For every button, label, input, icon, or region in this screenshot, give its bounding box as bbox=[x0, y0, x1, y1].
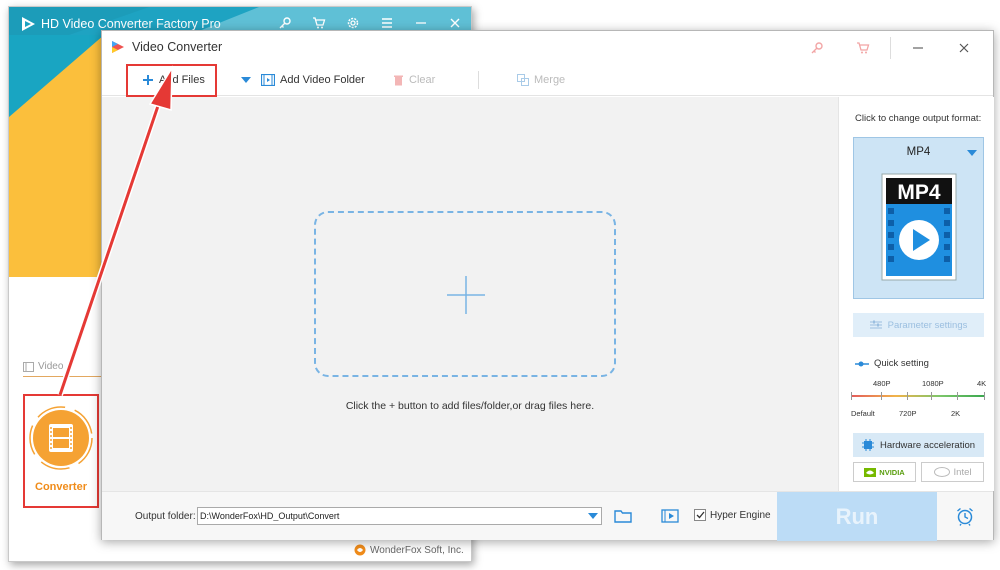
open-folder-button[interactable] bbox=[612, 506, 634, 526]
sliders-icon bbox=[869, 320, 882, 329]
intel-logo-icon bbox=[933, 467, 950, 477]
drop-zone[interactable] bbox=[314, 211, 616, 377]
output-preview-button[interactable] bbox=[659, 506, 681, 526]
close-icon[interactable] bbox=[941, 36, 987, 60]
folder-icon bbox=[614, 510, 632, 523]
quality-tick bbox=[851, 392, 852, 400]
output-format-caption: Click to change output format: bbox=[855, 113, 982, 124]
output-format-selector[interactable]: MP4 MP4 bbox=[853, 137, 984, 299]
app-logo-icon bbox=[22, 17, 35, 31]
converter-window-controls bbox=[794, 36, 987, 60]
cart-icon[interactable] bbox=[840, 36, 886, 60]
drop-hint-text: Click the + button to add files/folder,o… bbox=[345, 400, 595, 412]
key-icon[interactable] bbox=[794, 36, 840, 60]
output-side-panel: Click to change output format: MP4 MP4 P… bbox=[838, 97, 994, 491]
brand-footer: WonderFox Soft, Inc. bbox=[354, 544, 464, 556]
add-files-highlight-box bbox=[126, 64, 217, 97]
format-badge-text: MP4 bbox=[897, 181, 941, 204]
caret-down-icon bbox=[587, 513, 598, 519]
converter-bottom-bar: Output folder: Hyper Engine Run bbox=[102, 491, 993, 541]
video-label-text: Video bbox=[38, 361, 64, 372]
alarm-clock-icon bbox=[957, 507, 973, 526]
quality-slider[interactable]: 480P 1080P 4K Default 720P 2K bbox=[851, 379, 987, 429]
output-folder-dropdown[interactable] bbox=[584, 508, 601, 524]
video-preview-icon bbox=[661, 509, 679, 523]
quick-setting-label: Quick setting bbox=[855, 358, 929, 369]
video-converter-window: Video Converter Add Files Add Video Fold… bbox=[101, 30, 994, 541]
wonderfox-logo-icon bbox=[354, 544, 366, 556]
video-section-label: Video bbox=[23, 361, 63, 372]
add-files-dropdown[interactable] bbox=[241, 64, 251, 96]
output-folder-label: Output folder: bbox=[135, 511, 196, 522]
format-dropdown-caret-icon[interactable] bbox=[967, 150, 977, 156]
intel-label: Intel bbox=[953, 466, 972, 478]
quality-tick bbox=[984, 392, 985, 400]
hyper-engine-toggle[interactable]: Hyper Engine bbox=[694, 509, 771, 521]
add-video-folder-label: Add Video Folder bbox=[280, 74, 365, 86]
merge-button[interactable]: Merge bbox=[517, 64, 565, 96]
main-window-title: HD Video Converter Factory Pro bbox=[41, 17, 221, 31]
converter-tile[interactable]: Converter bbox=[23, 394, 99, 508]
quality-label-720p: 720P bbox=[899, 409, 917, 418]
quality-tick bbox=[931, 392, 932, 400]
slider-icon bbox=[855, 361, 869, 366]
run-button[interactable]: Run bbox=[777, 492, 937, 541]
titlebar-separator bbox=[890, 37, 891, 59]
converter-film-icon bbox=[29, 406, 93, 470]
quality-label-2k: 2K bbox=[951, 409, 961, 418]
hardware-acceleration-button[interactable]: Hardware acceleration bbox=[853, 433, 984, 457]
quality-label-default: Default bbox=[851, 409, 875, 418]
quality-track[interactable] bbox=[851, 395, 985, 397]
hardware-acceleration-label: Hardware acceleration bbox=[879, 439, 976, 451]
mp4-file-icon: MP4 bbox=[881, 173, 957, 281]
clear-label: Clear bbox=[409, 74, 436, 86]
add-video-folder-button[interactable]: Add Video Folder bbox=[261, 64, 365, 96]
merge-icon bbox=[517, 74, 529, 86]
parameter-settings-label: Parameter settings bbox=[887, 319, 968, 331]
parameter-settings-button[interactable]: Parameter settings bbox=[853, 313, 984, 337]
quality-label-480p: 480P bbox=[873, 379, 891, 388]
film-icon bbox=[23, 361, 34, 372]
toolbar-separator bbox=[478, 71, 479, 89]
nvidia-option[interactable]: NVIDIA bbox=[853, 462, 916, 482]
converter-logo-icon bbox=[112, 41, 124, 53]
quality-label-1080p: 1080P bbox=[922, 379, 944, 388]
quick-setting-text: Quick setting bbox=[874, 358, 929, 369]
clear-button[interactable]: Clear bbox=[393, 64, 435, 96]
output-format-name: MP4 bbox=[906, 146, 931, 158]
converter-toolbar: Add Files Add Video Folder Clear Merge bbox=[102, 64, 993, 96]
video-folder-icon bbox=[261, 74, 275, 86]
output-folder-input[interactable] bbox=[197, 507, 602, 525]
section-divider bbox=[23, 376, 103, 377]
intel-option[interactable]: Intel bbox=[921, 462, 984, 482]
minimize-icon[interactable] bbox=[895, 36, 941, 60]
hyper-engine-label: Hyper Engine bbox=[710, 509, 771, 521]
converter-label: Converter bbox=[35, 481, 87, 493]
add-plus-icon[interactable] bbox=[446, 275, 486, 315]
nvidia-label: NVIDIA bbox=[879, 467, 905, 477]
brand-text: WonderFox Soft, Inc. bbox=[370, 544, 464, 556]
merge-label: Merge bbox=[534, 74, 566, 86]
converter-title: Video Converter bbox=[132, 40, 223, 54]
quality-tick bbox=[881, 392, 882, 400]
quality-label-4k: 4K bbox=[977, 379, 987, 388]
chip-icon bbox=[861, 439, 874, 451]
caret-down-icon bbox=[241, 76, 251, 83]
quality-tick bbox=[957, 392, 958, 400]
alarm-clock-button[interactable] bbox=[953, 504, 977, 528]
trash-icon bbox=[394, 75, 403, 86]
file-drop-area[interactable]: Click the + button to add files/folder,o… bbox=[102, 97, 838, 491]
quality-tick bbox=[907, 392, 908, 400]
nvidia-logo-icon bbox=[864, 467, 877, 477]
hyper-engine-checkbox[interactable] bbox=[694, 509, 706, 521]
converter-titlebar: Video Converter bbox=[102, 31, 993, 64]
checkmark-icon bbox=[696, 511, 705, 519]
